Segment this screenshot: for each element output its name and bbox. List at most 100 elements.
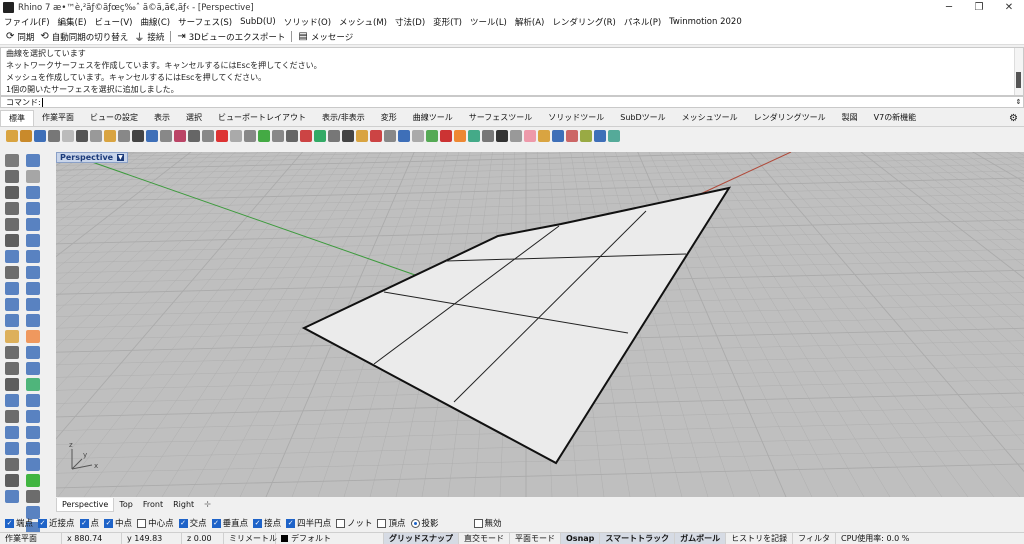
toolbox-tool-icon[interactable] bbox=[5, 266, 19, 279]
toolbox-tool-icon[interactable] bbox=[26, 314, 40, 327]
menu-subd[interactable]: SubD(U) bbox=[236, 17, 280, 27]
osnap-option[interactable]: ✓ 交点 bbox=[178, 517, 207, 529]
menu-edit[interactable]: 編集(E) bbox=[54, 16, 91, 28]
checkbox-checked[interactable]: ✓ bbox=[5, 518, 14, 528]
minimize-button[interactable]: ─ bbox=[934, 2, 964, 13]
tab-select[interactable]: 選択 bbox=[178, 110, 210, 126]
toolbar-tool-icon[interactable] bbox=[132, 130, 144, 142]
toolbar-tool-icon[interactable] bbox=[594, 130, 606, 142]
toolbar-tool-icon[interactable] bbox=[62, 130, 74, 142]
osnap-option[interactable]: 頂点 bbox=[377, 517, 406, 529]
toolbar-tool-icon[interactable] bbox=[482, 130, 494, 142]
tab-visibility[interactable]: 表示/非表示 bbox=[314, 110, 373, 126]
toolbox-tool-icon[interactable] bbox=[5, 458, 19, 471]
menu-curve[interactable]: 曲線(C) bbox=[137, 16, 175, 28]
disable-osnap-toggle[interactable]: 無効 bbox=[473, 517, 502, 529]
connect-button[interactable]: ⏚ 接続 bbox=[134, 29, 164, 45]
restore-button[interactable]: ❐ bbox=[964, 2, 994, 13]
checkbox-unchecked[interactable] bbox=[137, 518, 147, 528]
export-3d-button[interactable]: ⇥ 3Dビューのエクスポート bbox=[177, 31, 285, 43]
ortho-toggle[interactable]: 直交モード bbox=[459, 532, 510, 544]
checkbox-checked[interactable]: ✓ bbox=[38, 518, 48, 528]
toolbar-tool-icon[interactable] bbox=[356, 130, 368, 142]
network-surface[interactable] bbox=[301, 186, 732, 465]
menu-twinmotion[interactable]: Twinmotion 2020 bbox=[665, 17, 746, 27]
gumball-toggle[interactable]: ガムボール bbox=[675, 532, 727, 544]
toolbox-tool-icon[interactable] bbox=[5, 426, 19, 439]
tab-curve-tools[interactable]: 曲線ツール bbox=[405, 110, 461, 126]
perspective-viewport[interactable]: x y z Perspective ▼ bbox=[56, 152, 1024, 497]
tab-set-view[interactable]: ビューの設定 bbox=[82, 110, 146, 126]
toolbar-tool-icon[interactable] bbox=[160, 130, 172, 142]
record-history-toggle[interactable]: ヒストリを記録 bbox=[726, 532, 794, 544]
checkbox-checked[interactable]: ✓ bbox=[253, 518, 263, 528]
toolbar-tool-icon[interactable] bbox=[538, 130, 550, 142]
toolbox-tool-icon[interactable] bbox=[26, 362, 40, 375]
toolbox-tool-icon[interactable] bbox=[26, 474, 40, 487]
toolbox-tool-icon[interactable] bbox=[5, 442, 19, 455]
toolbar-tool-icon[interactable] bbox=[230, 130, 242, 142]
toolbox-tool-icon[interactable] bbox=[5, 218, 19, 231]
toolbox-tool-icon[interactable] bbox=[5, 234, 19, 247]
toolbox-tool-icon[interactable] bbox=[5, 154, 19, 167]
history-scrollbar[interactable] bbox=[1014, 48, 1023, 95]
tab-render-tools[interactable]: レンダリングツール bbox=[746, 110, 834, 126]
add-viewport-tab-icon[interactable]: ✛ bbox=[199, 498, 216, 512]
toolbar-tool-icon[interactable] bbox=[314, 130, 326, 142]
osnap-option[interactable]: 中心点 bbox=[137, 517, 174, 529]
viewport-canvas[interactable]: x y z bbox=[56, 152, 1024, 497]
toolbox-tool-icon[interactable] bbox=[5, 330, 19, 343]
osnap-option[interactable]: ✓ 点 bbox=[79, 517, 99, 529]
grid-snap-toggle[interactable]: グリッドスナップ bbox=[384, 532, 459, 544]
toolbar-tool-icon[interactable] bbox=[272, 130, 284, 142]
toolbar-tool-icon[interactable] bbox=[398, 130, 410, 142]
tab-drafting[interactable]: 製図 bbox=[834, 110, 866, 126]
disable-checkbox[interactable] bbox=[473, 518, 483, 528]
layer-indicator[interactable]: デフォルト bbox=[276, 532, 384, 544]
toolbox-tool-icon[interactable] bbox=[26, 426, 40, 439]
viewport-tab-right[interactable]: Right bbox=[168, 498, 199, 512]
tab-display[interactable]: 表示 bbox=[146, 110, 178, 126]
toolbox-tool-icon[interactable] bbox=[26, 394, 40, 407]
toolbox-tool-icon[interactable] bbox=[26, 346, 40, 359]
tab-mesh-tools[interactable]: メッシュツール bbox=[674, 110, 746, 126]
toolbox-tool-icon[interactable] bbox=[26, 266, 40, 279]
tab-transform[interactable]: 変形 bbox=[373, 110, 405, 126]
close-button[interactable]: ✕ bbox=[994, 2, 1024, 13]
menu-surface[interactable]: サーフェス(S) bbox=[174, 16, 236, 28]
menu-solid[interactable]: ソリッド(O) bbox=[280, 16, 335, 28]
checkbox-unchecked[interactable] bbox=[377, 518, 387, 528]
toolbar-tool-icon[interactable] bbox=[216, 130, 228, 142]
menu-render[interactable]: レンダリング(R) bbox=[548, 16, 620, 28]
auto-sync-button[interactable]: ⟲ 自動同期の切り替え bbox=[40, 31, 128, 43]
toolbar-tool-icon[interactable] bbox=[76, 130, 88, 142]
toolbar-tool-icon[interactable] bbox=[48, 130, 60, 142]
toolbar-tool-icon[interactable] bbox=[300, 130, 312, 142]
toolbox-tool-icon[interactable] bbox=[5, 410, 19, 423]
toolbar-tool-icon[interactable] bbox=[20, 130, 32, 142]
toolbox-tool-icon[interactable] bbox=[5, 346, 19, 359]
planar-toggle[interactable]: 平面モード bbox=[510, 532, 561, 544]
checkbox-checked[interactable]: ✓ bbox=[178, 518, 188, 528]
checkbox-checked[interactable]: ✓ bbox=[211, 518, 221, 528]
toolbar-tool-icon[interactable] bbox=[580, 130, 592, 142]
toolbox-tool-icon[interactable] bbox=[26, 234, 40, 247]
menu-tools[interactable]: ツール(L) bbox=[466, 16, 511, 28]
toolbar-tool-icon[interactable] bbox=[524, 130, 536, 142]
toolbar-tool-icon[interactable] bbox=[426, 130, 438, 142]
gear-icon[interactable]: ⚙ bbox=[1009, 113, 1018, 124]
toolbar-tool-icon[interactable] bbox=[454, 130, 466, 142]
toolbox-tool-icon[interactable] bbox=[5, 202, 19, 215]
toolbar-tool-icon[interactable] bbox=[328, 130, 340, 142]
osnap-option[interactable]: ノット bbox=[336, 517, 372, 529]
toolbox-tool-icon[interactable] bbox=[26, 442, 40, 455]
toolbar-tool-icon[interactable] bbox=[34, 130, 46, 142]
toolbar-tool-icon[interactable] bbox=[258, 130, 270, 142]
toolbar-tool-icon[interactable] bbox=[118, 130, 130, 142]
osnap-toggle[interactable]: Osnap bbox=[561, 532, 601, 544]
toolbar-tool-icon[interactable] bbox=[510, 130, 522, 142]
cplane-indicator[interactable]: 作業平面 bbox=[0, 532, 62, 544]
toolbar-tool-icon[interactable] bbox=[244, 130, 256, 142]
toolbar-tool-icon[interactable] bbox=[552, 130, 564, 142]
tab-new-in-v7[interactable]: V7の新機能 bbox=[866, 110, 925, 126]
